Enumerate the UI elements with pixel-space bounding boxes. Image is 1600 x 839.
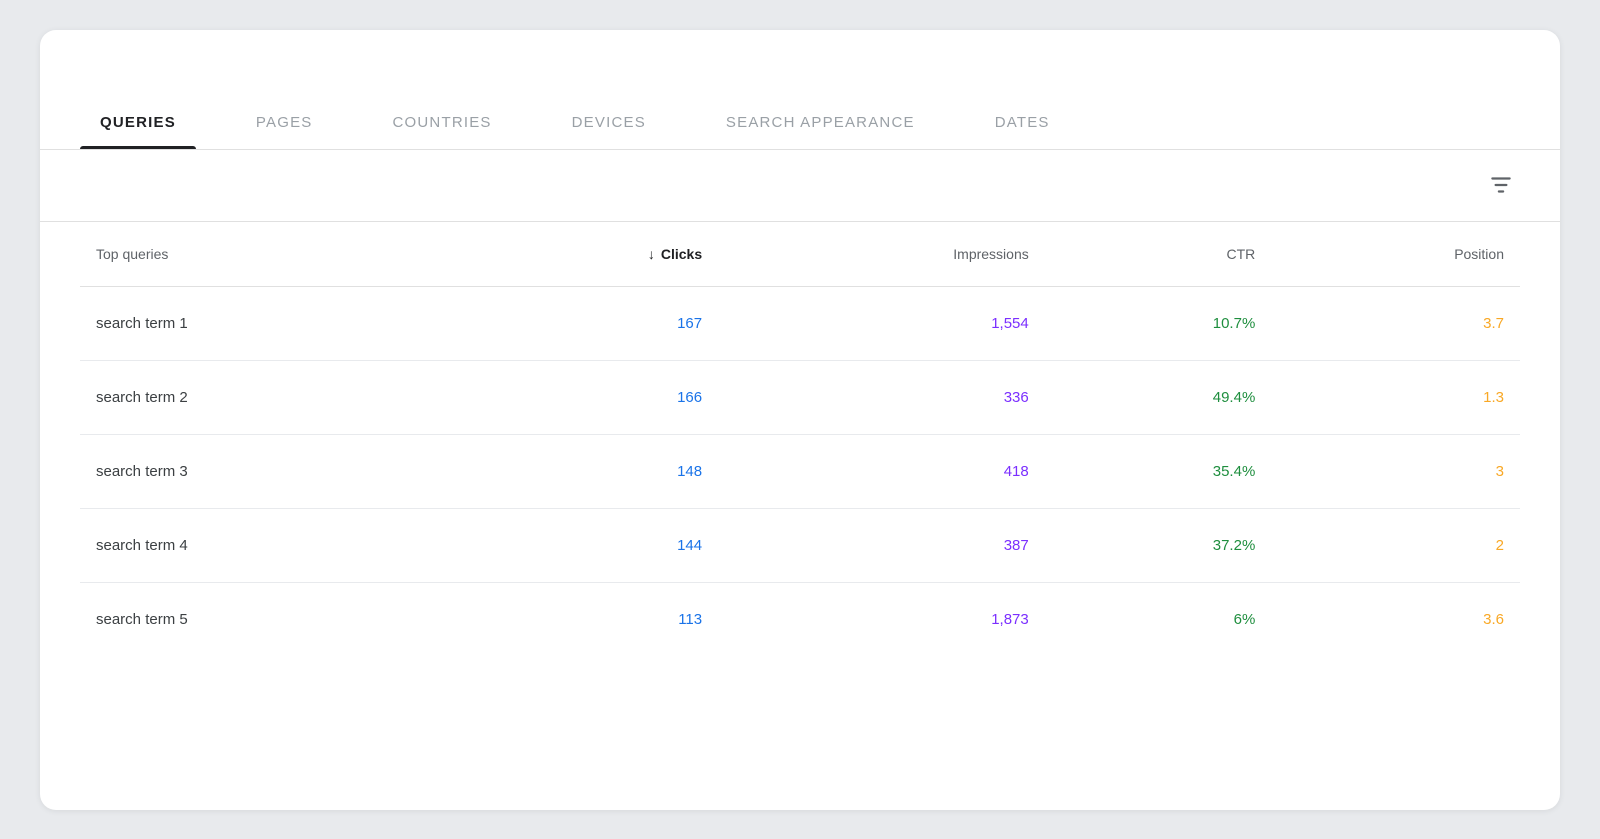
sort-down-icon: ↓ xyxy=(648,246,655,262)
cell-clicks: 148 xyxy=(456,434,718,508)
tab-dates[interactable]: DATES xyxy=(975,102,1070,149)
cell-clicks: 167 xyxy=(456,286,718,360)
cell-query: search term 3 xyxy=(80,434,456,508)
col-header-clicks[interactable]: ↓ Clicks xyxy=(456,222,718,287)
tab-queries[interactable]: QUERIES xyxy=(80,102,196,149)
cell-position: 3 xyxy=(1271,434,1520,508)
cell-position: 3.7 xyxy=(1271,286,1520,360)
cell-query: search term 5 xyxy=(80,582,456,656)
cell-ctr: 6% xyxy=(1045,582,1272,656)
col-header-impressions[interactable]: Impressions xyxy=(718,222,1045,287)
cell-impressions: 418 xyxy=(718,434,1045,508)
filter-bar xyxy=(40,150,1560,222)
cell-position: 2 xyxy=(1271,508,1520,582)
data-table-container: Top queries ↓ Clicks Impressions CTR xyxy=(40,222,1560,656)
table-row: search term 216633649.4%1.3 xyxy=(80,360,1520,434)
cell-impressions: 1,873 xyxy=(718,582,1045,656)
cell-impressions: 1,554 xyxy=(718,286,1045,360)
tab-devices[interactable]: DEVICES xyxy=(552,102,666,149)
cell-clicks: 166 xyxy=(456,360,718,434)
cell-ctr: 35.4% xyxy=(1045,434,1272,508)
tab-countries[interactable]: COUNTRIES xyxy=(373,102,512,149)
filter-button[interactable] xyxy=(1482,166,1520,204)
col-header-query: Top queries xyxy=(80,222,456,287)
cell-clicks: 113 xyxy=(456,582,718,656)
main-card: QUERIES PAGES COUNTRIES DEVICES SEARCH A… xyxy=(40,30,1560,810)
table-row: search term 11671,55410.7%3.7 xyxy=(80,286,1520,360)
table-row: search term 314841835.4%3 xyxy=(80,434,1520,508)
tabs-bar: QUERIES PAGES COUNTRIES DEVICES SEARCH A… xyxy=(40,30,1560,150)
cell-query: search term 1 xyxy=(80,286,456,360)
cell-position: 3.6 xyxy=(1271,582,1520,656)
cell-position: 1.3 xyxy=(1271,360,1520,434)
cell-query: search term 2 xyxy=(80,360,456,434)
cell-ctr: 37.2% xyxy=(1045,508,1272,582)
cell-query: search term 4 xyxy=(80,508,456,582)
col-header-ctr[interactable]: CTR xyxy=(1045,222,1272,287)
table-header-row: Top queries ↓ Clicks Impressions CTR xyxy=(80,222,1520,287)
cell-ctr: 10.7% xyxy=(1045,286,1272,360)
table-row: search term 51131,8736%3.6 xyxy=(80,582,1520,656)
cell-ctr: 49.4% xyxy=(1045,360,1272,434)
cell-impressions: 336 xyxy=(718,360,1045,434)
tab-search-appearance[interactable]: SEARCH APPEARANCE xyxy=(706,102,935,149)
table-row: search term 414438737.2%2 xyxy=(80,508,1520,582)
cell-clicks: 144 xyxy=(456,508,718,582)
filter-icon xyxy=(1488,172,1514,198)
tab-pages[interactable]: PAGES xyxy=(236,102,333,149)
cell-impressions: 387 xyxy=(718,508,1045,582)
col-header-position[interactable]: Position xyxy=(1271,222,1520,287)
queries-table: Top queries ↓ Clicks Impressions CTR xyxy=(80,222,1520,656)
